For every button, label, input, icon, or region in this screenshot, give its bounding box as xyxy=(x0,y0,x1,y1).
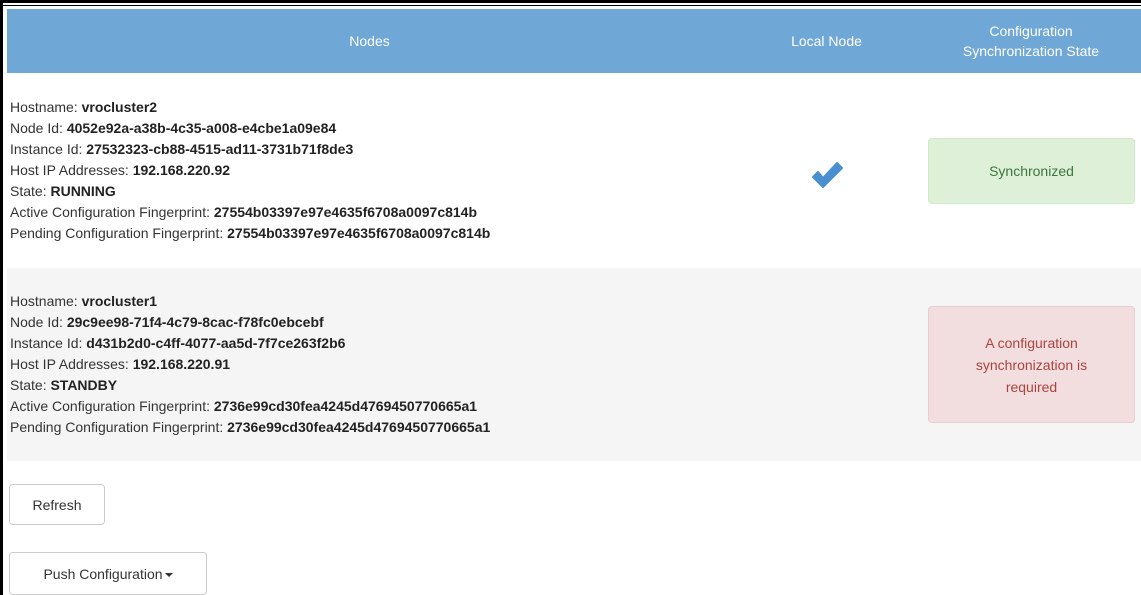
active-fingerprint-value: 27554b03397e97e4635f6708a0097c814b xyxy=(213,204,478,220)
hostname-line: Hostname: vrocluster2 xyxy=(10,97,732,118)
hostname-line: Hostname: vrocluster1 xyxy=(10,291,732,312)
nodes-table: Nodes Local Node Configuration Synchroni… xyxy=(7,9,1141,461)
window-frame-top xyxy=(0,0,1141,3)
field-label: State: xyxy=(10,377,51,393)
active-fingerprint-line: Active Configuration Fingerprint: 2736e9… xyxy=(10,396,732,417)
refresh-button-label: Refresh xyxy=(32,496,82,513)
local-node-cell xyxy=(732,73,921,268)
header-sync-state-line2: Synchronization State xyxy=(962,43,1100,59)
push-configuration-label: Push Configuration xyxy=(43,565,163,582)
sync-status-badge: Synchronized xyxy=(928,137,1135,204)
sync-state-cell: Synchronized xyxy=(921,73,1141,268)
node-id-value: 4052e92a-a38b-4c35-a008-e4cbe1a09e84 xyxy=(66,120,337,136)
sync-state-cell: A configuration synchronization is requi… xyxy=(921,268,1141,461)
state-value: RUNNING xyxy=(50,183,116,199)
checkmark-icon xyxy=(811,162,843,188)
host-ip-value: 192.168.220.91 xyxy=(132,356,231,372)
instance-id-line: Instance Id: 27532323-cb88-4515-ad11-373… xyxy=(10,139,732,160)
field-label: Host IP Addresses: xyxy=(10,162,133,178)
pending-fingerprint-value: 27554b03397e97e4635f6708a0097c814b xyxy=(227,225,491,241)
node-id-line: Node Id: 4052e92a-a38b-4c35-a008-e4cbe1a… xyxy=(10,118,732,139)
pending-fingerprint-value: 2736e99cd30fea4245d4769450770665a1 xyxy=(227,419,491,435)
active-fingerprint-line: Active Configuration Fingerprint: 27554b… xyxy=(10,202,732,223)
header-sync-state[interactable]: Configuration Synchronization State xyxy=(921,9,1141,73)
state-line: State: RUNNING xyxy=(10,181,732,202)
header-sync-state-line1: Configuration xyxy=(989,23,1073,39)
field-label: Node Id: xyxy=(10,120,67,136)
sync-status-text-line2: synchronization is xyxy=(975,356,1088,373)
table-row: Hostname: vrocluster2 Node Id: 4052e92a-… xyxy=(7,73,1141,268)
field-label: Node Id: xyxy=(10,314,67,330)
refresh-button[interactable]: Refresh xyxy=(9,484,105,525)
sync-status-badge: A configuration synchronization is requi… xyxy=(928,306,1135,423)
instance-id-value: d431b2d0-c4ff-4077-aa5d-7f7ce263f2b6 xyxy=(86,335,346,351)
host-ip-value: 192.168.220.92 xyxy=(132,162,231,178)
sync-status-text-line3: required xyxy=(1005,378,1058,395)
field-label: Hostname: xyxy=(10,99,82,115)
push-configuration-button[interactable]: Push Configuration xyxy=(9,552,207,595)
sync-status-text: Synchronized xyxy=(989,162,1074,179)
header-local-node[interactable]: Local Node xyxy=(732,9,921,73)
hostname-value: vrocluster1 xyxy=(81,293,158,309)
caret-down-icon xyxy=(164,572,173,577)
state-value: STANDBY xyxy=(50,377,118,393)
pending-fingerprint-line: Pending Configuration Fingerprint: 2736e… xyxy=(10,417,732,438)
field-label: State: xyxy=(10,183,51,199)
hostname-value: vrocluster2 xyxy=(81,99,158,115)
node-info-cell: Hostname: vrocluster1 Node Id: 29c9ee98-… xyxy=(7,268,732,461)
instance-id-line: Instance Id: d431b2d0-c4ff-4077-aa5d-7f7… xyxy=(10,333,732,354)
node-id-value: 29c9ee98-71f4-4c79-8cac-f78fc0ebcebf xyxy=(66,314,324,330)
state-line: State: STANDBY xyxy=(10,375,732,396)
host-ip-line: Host IP Addresses: 192.168.220.92 xyxy=(10,160,732,181)
field-label: Active Configuration Fingerprint: xyxy=(10,204,214,220)
sync-status-text-line1: A configuration xyxy=(985,334,1078,351)
field-label: Host IP Addresses: xyxy=(10,356,133,372)
window-frame-top-inner xyxy=(3,5,1141,6)
field-label: Pending Configuration Fingerprint: xyxy=(10,225,228,241)
table-row: Hostname: vrocluster1 Node Id: 29c9ee98-… xyxy=(7,268,1141,461)
pending-fingerprint-line: Pending Configuration Fingerprint: 27554… xyxy=(10,223,732,244)
local-node-cell xyxy=(732,268,921,461)
field-label: Hostname: xyxy=(10,293,82,309)
field-label: Instance Id: xyxy=(10,141,87,157)
field-label: Pending Configuration Fingerprint: xyxy=(10,419,228,435)
instance-id-value: 27532323-cb88-4515-ad11-3731b71f8de3 xyxy=(86,141,354,157)
host-ip-line: Host IP Addresses: 192.168.220.91 xyxy=(10,354,732,375)
table-header-row: Nodes Local Node Configuration Synchroni… xyxy=(7,9,1141,73)
window-frame-left xyxy=(0,0,3,595)
field-label: Active Configuration Fingerprint: xyxy=(10,398,214,414)
field-label: Instance Id: xyxy=(10,335,87,351)
node-id-line: Node Id: 29c9ee98-71f4-4c79-8cac-f78fc0e… xyxy=(10,312,732,333)
active-fingerprint-value: 2736e99cd30fea4245d4769450770665a1 xyxy=(213,398,478,414)
node-info-cell: Hostname: vrocluster2 Node Id: 4052e92a-… xyxy=(7,73,732,268)
header-nodes[interactable]: Nodes xyxy=(7,9,732,73)
